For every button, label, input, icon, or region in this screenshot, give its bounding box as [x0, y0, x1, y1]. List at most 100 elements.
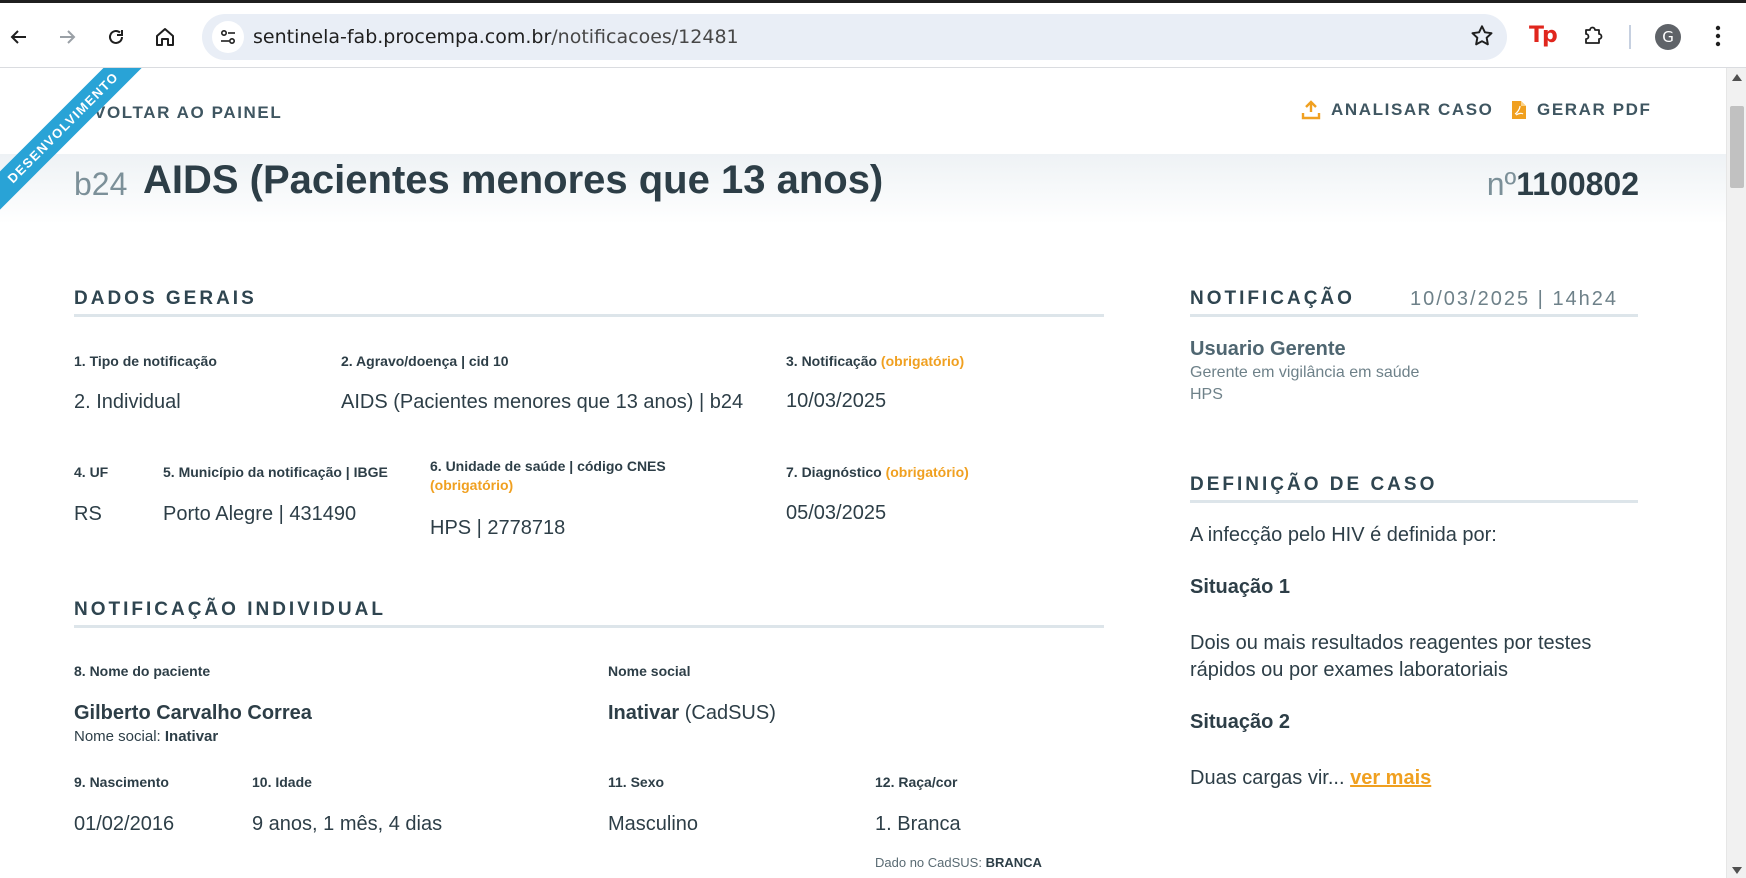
bookmark-button[interactable]	[1469, 23, 1495, 54]
required-marker: (obrigatório)	[885, 464, 969, 480]
field-label-unidade: 6. Unidade de saúde | código CNES	[430, 458, 666, 474]
nome-social-value: Inativar	[608, 702, 680, 724]
raca-cadsus-value: BRANCA	[985, 855, 1042, 870]
section-heading-notificacao: NOTIFICAÇÃO	[1190, 288, 1355, 309]
kebab-menu-icon	[1715, 25, 1721, 47]
field-value-municipio: Porto Alegre | 431490	[163, 503, 357, 525]
section-divider	[1190, 500, 1638, 503]
field-value-agravo: AIDS (Pacientes menores que 13 anos) | b…	[341, 391, 744, 413]
generate-pdf-button[interactable]: GERAR PDF	[1511, 100, 1652, 120]
environment-ribbon: DESENVOLVIMENTO	[0, 68, 160, 228]
case-number-value: 1100802	[1516, 166, 1639, 202]
url-text[interactable]: sentinela-fab.procempa.com.br/notificaco…	[253, 26, 739, 48]
field-value-uf: RS	[74, 503, 102, 525]
field-value-notificacao: 10/03/2025	[786, 390, 887, 412]
section-heading-definicao: DEFINIÇÃO DE CASO	[1190, 474, 1438, 495]
pdf-file-icon	[1512, 101, 1526, 119]
browser-menu-button[interactable]	[1706, 21, 1730, 56]
notifier-role: Gerente em vigilância em saúde	[1190, 364, 1420, 381]
section-divider	[74, 314, 1104, 317]
generate-pdf-label: GERAR PDF	[1537, 100, 1652, 119]
site-settings-button[interactable]	[212, 21, 244, 53]
field-label-diagnostico: 7. Diagnóstico (obrigatório)	[786, 464, 969, 480]
case-number-prefix: nº	[1486, 166, 1517, 202]
field-label-diagnostico-text: 7. Diagnóstico	[786, 464, 882, 480]
required-marker: (obrigatório)	[880, 353, 965, 369]
notification-datetime: 10/03/2025 | 14h24	[1410, 288, 1618, 311]
back-arrow-icon	[10, 30, 26, 44]
toolbar-separator	[1629, 25, 1631, 49]
reload-icon	[109, 29, 123, 44]
field-label-uf: 4. UF	[74, 464, 109, 480]
home-icon	[156, 28, 174, 46]
field-label-nascimento: 9. Nascimento	[74, 774, 169, 790]
situacao-1-title: Situação 1	[1190, 576, 1291, 598]
field-value-diagnostico: 05/03/2025	[786, 502, 887, 524]
case-number: nº1100802	[1487, 166, 1639, 203]
field-label-tipo: 1. Tipo de notificação	[74, 353, 217, 369]
site-settings-icon	[220, 29, 236, 45]
field-label-nome-social: Nome social	[608, 663, 691, 679]
notification-separator: |	[1537, 288, 1545, 310]
extensions-button[interactable]	[1582, 23, 1606, 52]
field-value-unidade: HPS | 2778718	[430, 517, 566, 539]
field-label-nome: 8. Nome do paciente	[74, 663, 211, 679]
forward-button[interactable]	[49, 19, 85, 55]
notifier-unit: HPS	[1190, 386, 1223, 403]
reload-button[interactable]	[98, 19, 134, 55]
field-value-idade: 9 anos, 1 mês, 4 dias	[252, 813, 443, 835]
page-title: AIDS (Pacientes menores que 13 anos)	[143, 158, 884, 202]
tp-extension-icon[interactable]: Tp	[1529, 23, 1558, 48]
field-value-nome-social: Inativar (CadSUS)	[608, 702, 776, 725]
page-scrollbar[interactable]	[1726, 68, 1746, 878]
section-divider	[74, 625, 1104, 628]
section-heading-dados-gerais: DADOS GERAIS	[74, 288, 257, 309]
section-heading-notificacao-individual: NOTIFICAÇÃO INDIVIDUAL	[74, 599, 386, 620]
field-value-tipo: 2. Individual	[74, 391, 181, 413]
home-button[interactable]	[147, 19, 183, 55]
field-value-nome: Gilberto Carvalho Correa	[74, 702, 312, 724]
analyze-case-button[interactable]: ANALISAR CASO	[1301, 100, 1493, 120]
field-value-raca: 1. Branca	[875, 813, 961, 835]
profile-avatar[interactable]: G	[1655, 24, 1681, 50]
browser-toolbar: sentinela-fab.procempa.com.br/notificaco…	[0, 3, 1746, 68]
raca-cadsus-note: Dado no CadSUS: BRANCA	[875, 855, 1042, 870]
situacao-2-title: Situação 2	[1190, 711, 1291, 733]
situacao-2-text: Duas cargas vir... ver mais	[1190, 765, 1610, 792]
bookmark-star-icon	[1471, 25, 1493, 46]
scroll-thumb[interactable]	[1730, 106, 1744, 188]
analyze-case-label: ANALISAR CASO	[1331, 100, 1494, 119]
notifier-name: Usuario Gerente	[1190, 338, 1346, 360]
definition-intro: A infecção pelo HIV é definida por:	[1190, 524, 1497, 546]
app-header: VOLTAR AO PAINEL ANALISAR CASO GERAR PDF	[0, 68, 1726, 154]
upload-icon	[1301, 100, 1321, 120]
field-label-agravo: 2. Agravo/doença | cid 10	[341, 353, 509, 369]
nome-social-inline-value: Inativar	[164, 728, 219, 745]
field-value-nascimento: 01/02/2016	[74, 813, 175, 835]
field-label-sexo: 11. Sexo	[608, 774, 665, 790]
forward-arrow-icon	[60, 30, 76, 44]
nome-social-source: (CadSUS)	[684, 702, 776, 724]
address-bar[interactable]: sentinela-fab.procempa.com.br/notificaco…	[202, 14, 1507, 60]
field-value-sexo: Masculino	[608, 813, 699, 835]
see-more-link[interactable]: ver mais	[1350, 767, 1431, 789]
field-label-notificacao: 3. Notificação (obrigatório)	[786, 353, 964, 369]
url-domain: sentinela-fab.procempa.com.br	[253, 26, 552, 48]
raca-cadsus-label: Dado no CadSUS:	[875, 855, 982, 870]
scroll-up-arrow-icon[interactable]	[1732, 74, 1742, 81]
section-divider	[1190, 314, 1638, 317]
field-label-raca: 12. Raça/cor	[875, 774, 958, 790]
field-label-idade: 10. Idade	[252, 774, 312, 790]
scroll-down-arrow-icon[interactable]	[1732, 867, 1742, 874]
nome-social-inline-label: Nome social:	[74, 728, 161, 745]
nome-social-inline: Nome social: Inativar	[74, 728, 218, 745]
situacao-2-excerpt: Duas cargas vir...	[1190, 767, 1345, 789]
situacao-1-text: Dois ou mais resultados reagentes por te…	[1190, 632, 1592, 681]
environment-ribbon-label: DESENVOLVIMENTO	[0, 68, 160, 226]
back-button[interactable]	[1, 19, 37, 55]
notification-date: 10/03/2025	[1410, 288, 1531, 310]
extensions-puzzle-icon	[1585, 26, 1603, 44]
required-marker: (obrigatório)	[430, 477, 514, 493]
url-path: /notificacoes/12481	[551, 26, 739, 48]
field-label-municipio: 5. Município da notificação | IBGE	[163, 464, 388, 480]
